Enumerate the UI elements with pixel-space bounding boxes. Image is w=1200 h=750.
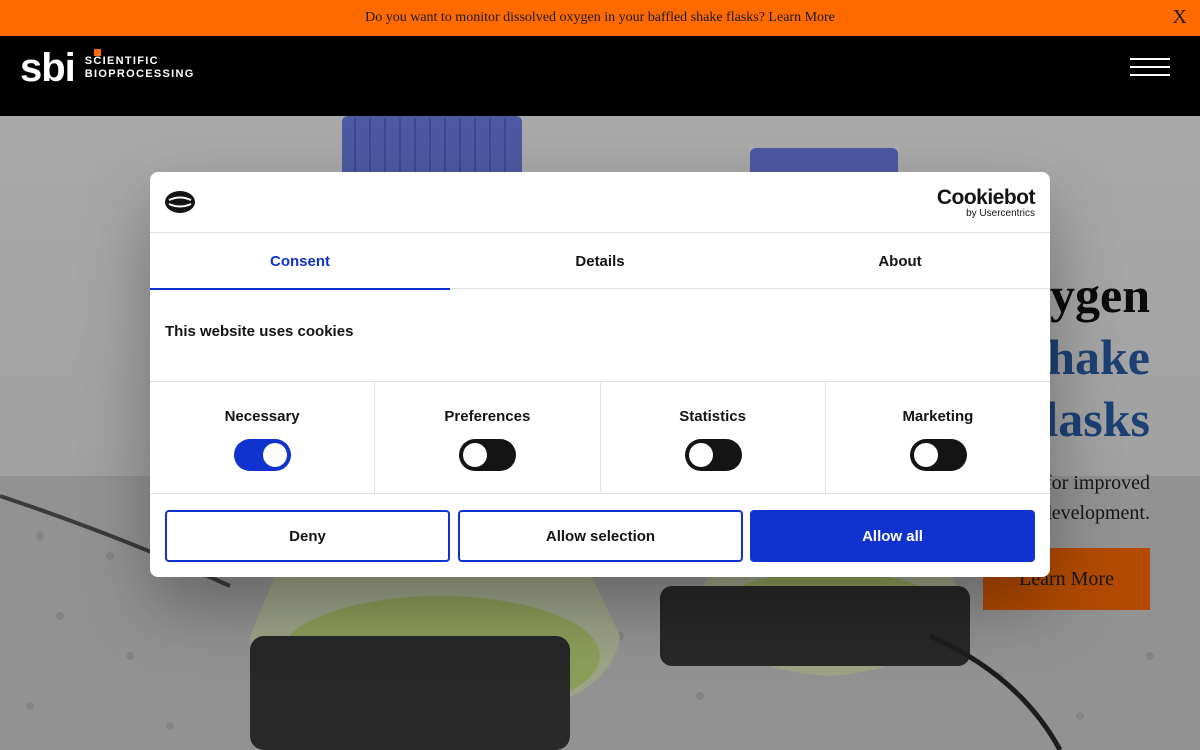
toggle-knob: [688, 443, 713, 467]
allow-selection-button[interactable]: Allow selection: [458, 510, 743, 562]
dialog-heading: This website uses cookies: [165, 323, 354, 340]
cookiebot-name: Cookiebot: [936, 186, 1036, 209]
tab-details[interactable]: Details: [450, 233, 750, 289]
site-badge-icon: [165, 191, 195, 213]
cookiebot-logo[interactable]: Cookiebot by Usercentrics: [936, 186, 1036, 220]
category-statistics: Statistics: [601, 382, 826, 493]
hamburger-menu-icon[interactable]: [1130, 58, 1170, 78]
logo-line-2: BIOPROCESSING: [84, 68, 195, 80]
logo-line-1: SCIENTIFIC: [84, 55, 159, 67]
category-label: Preferences: [444, 408, 531, 425]
dialog-header: Cookiebot by Usercentrics: [150, 172, 1050, 233]
tab-about[interactable]: About: [750, 233, 1050, 289]
announcement-link[interactable]: Do you want to monitor dissolved oxygen …: [365, 10, 835, 26]
announcement-close-button[interactable]: X: [1173, 6, 1187, 29]
marketing-toggle[interactable]: [909, 439, 967, 471]
statistics-toggle[interactable]: [684, 439, 742, 471]
cookiebot-byline: by Usercentrics: [966, 208, 1035, 219]
tab-consent[interactable]: Consent: [150, 233, 450, 290]
dialog-tabs: Consent Details About: [150, 233, 1050, 290]
site-logo[interactable]: sbi SCIENTIFIC BIOPROCESSING: [20, 48, 195, 88]
announcement-bar: Do you want to monitor dissolved oxygen …: [0, 0, 1200, 36]
category-marketing: Marketing: [826, 382, 1050, 493]
preferences-toggle[interactable]: [459, 439, 517, 471]
toggle-knob: [463, 443, 488, 467]
category-label: Statistics: [679, 408, 746, 425]
category-preferences: Preferences: [375, 382, 601, 493]
necessary-toggle[interactable]: [234, 439, 292, 471]
category-label: Necessary: [224, 408, 300, 425]
toggle-knob: [913, 443, 938, 467]
logo-wordmark: SCIENTIFIC BIOPROCESSING: [85, 55, 195, 81]
site-header: sbi SCIENTIFIC BIOPROCESSING: [0, 36, 1200, 116]
deny-button[interactable]: Deny: [165, 510, 450, 562]
logo-accent-dot: [94, 49, 101, 56]
cookie-consent-dialog: Cookiebot by Usercentrics Consent Detail…: [150, 172, 1050, 577]
allow-all-button[interactable]: Allow all: [750, 510, 1035, 562]
toggle-knob: [263, 443, 288, 467]
cookie-categories: Necessary Preferences Statistics Marketi…: [150, 381, 1050, 494]
category-label: Marketing: [902, 408, 974, 425]
category-necessary: Necessary: [150, 382, 376, 493]
logo-mark: sbi: [20, 46, 76, 90]
